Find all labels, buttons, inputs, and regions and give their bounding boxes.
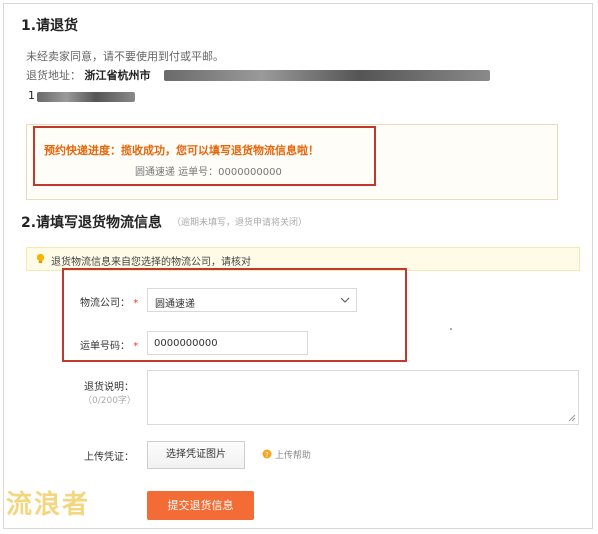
phone-prefix: 1 xyxy=(28,89,35,102)
watermark-text: 流浪者 xyxy=(6,490,91,520)
note-counter: （0/200字） xyxy=(83,396,136,406)
address-label: 退货地址： xyxy=(26,69,81,82)
note-label: 退货说明： xyxy=(84,382,134,393)
chevron-down-icon xyxy=(340,297,350,303)
return-notice: 未经卖家同意，请不要使用到付或平邮。 xyxy=(26,50,224,63)
help-icon: ? xyxy=(262,449,272,459)
lightbulb-icon xyxy=(36,253,45,264)
return-address: 退货地址： 浙江省杭州市 xyxy=(26,67,151,83)
tracking-label: 运单号码： * xyxy=(80,341,139,352)
tracking-number-value: 0000000000 xyxy=(154,338,218,349)
tracking-number-input[interactable]: 0000000000 xyxy=(147,331,308,355)
carrier-required-mark: * xyxy=(133,298,139,309)
carrier-label: 物流公司： * xyxy=(80,298,139,309)
carrier-select-value: 圆通速递 xyxy=(155,299,195,310)
stray-dot xyxy=(450,328,452,330)
pickup-progress-text: 预约快递进度：揽收成功，您可以填写退货物流信息啦！ xyxy=(44,144,319,157)
tracking-required-mark: * xyxy=(133,341,139,352)
page-frame: 1.请退货 未经卖家同意，请不要使用到付或平邮。 退货地址： 浙江省杭州市 1 … xyxy=(3,3,593,529)
carrier-select[interactable]: 圆通速递 xyxy=(147,288,357,312)
section2-hint: （逾期未填写，退货申请将关闭） xyxy=(172,218,308,228)
phone-redacted xyxy=(37,92,135,102)
resize-handle-icon[interactable] xyxy=(568,414,576,422)
submit-return-button[interactable]: 提交退货信息 xyxy=(147,491,254,520)
carrier-tracking-line: 圆通速递 运单号：0000000000 xyxy=(135,167,282,178)
note-textarea[interactable] xyxy=(147,370,579,425)
address-prefix: 浙江省杭州市 xyxy=(84,69,151,82)
tip-text: 退货物流信息来自您选择的物流公司，请核对 xyxy=(51,257,251,268)
section2-title: 2.请填写退货物流信息 xyxy=(21,215,163,231)
choose-image-button[interactable]: 选择凭证图片 xyxy=(147,441,245,469)
upload-help-link[interactable]: ? 上传帮助 xyxy=(262,448,311,461)
section1-title: 1.请退货 xyxy=(21,18,79,34)
svg-text:?: ? xyxy=(265,451,269,459)
upload-label: 上传凭证： xyxy=(84,452,134,463)
address-redacted xyxy=(164,70,490,81)
